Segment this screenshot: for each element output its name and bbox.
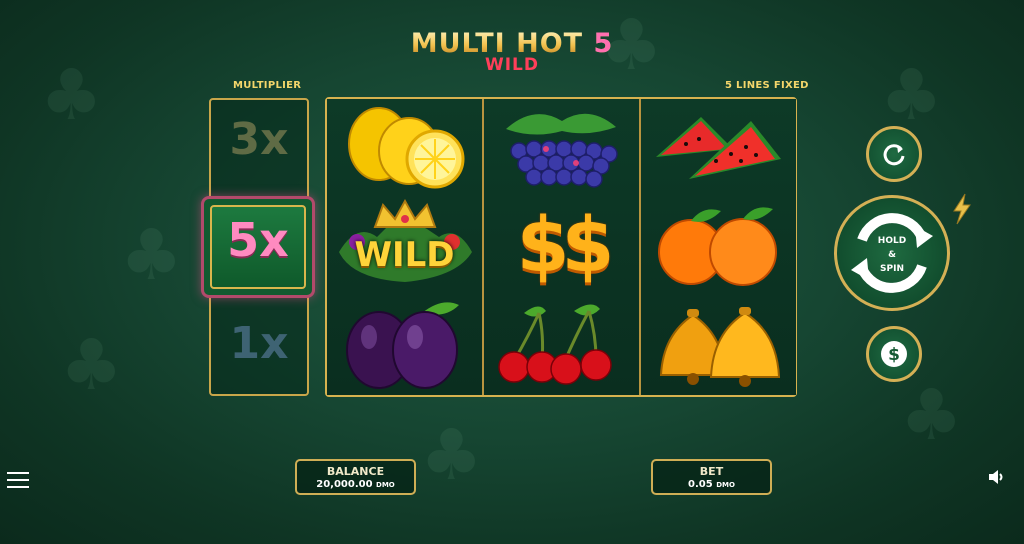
grapes-symbol [484, 99, 639, 197]
multiplier-label: MULTIPLIER [233, 80, 302, 91]
lightning-icon [953, 193, 971, 225]
dollar-coin-icon: $ [881, 341, 907, 367]
bet-panel[interactable]: BET 0.05 DMO [651, 459, 772, 495]
multiplier-active: 5x [201, 196, 315, 298]
wild-text: WILD [354, 235, 455, 275]
balance-panel: BALANCE 20,000.00 DMO [295, 459, 416, 495]
sound-button[interactable] [987, 467, 1007, 491]
balance-unit: DMO [376, 481, 395, 489]
game-title: MULTI HOT 5 WILD [0, 28, 1024, 75]
reel-2: $$ [484, 99, 639, 395]
bet-unit: DMO [716, 481, 735, 489]
plum-symbol [327, 295, 482, 393]
multiplier-3x: 3x [229, 114, 289, 165]
turbo-button[interactable] [950, 193, 974, 229]
wild-symbol: WILD [327, 197, 482, 295]
hold-spin-line1: HOLD [877, 236, 907, 246]
title-sub: WILD [484, 55, 540, 75]
speaker-icon [989, 470, 1003, 484]
bet-settings-button[interactable]: $ [866, 326, 922, 382]
orange-symbol [641, 197, 796, 295]
dollar-symbol: $$ [516, 200, 615, 289]
autoplay-button[interactable] [866, 126, 922, 182]
multiplier-5x: 5x [227, 213, 289, 267]
hold-and-spin-button[interactable]: HOLD & SPIN [834, 195, 950, 311]
menu-button[interactable] [7, 472, 29, 493]
svg-text:$: $ [888, 345, 900, 365]
reel-3 [641, 99, 796, 395]
refresh-icon [883, 144, 905, 166]
lines-label: 5 LINES FIXED [725, 80, 809, 91]
lemon-symbol [327, 99, 482, 197]
cherries-symbol [484, 295, 639, 393]
hold-spin-line3: SPIN [880, 264, 904, 274]
hold-spin-line2: & [888, 250, 896, 260]
multiplier-1x: 1x [229, 318, 289, 369]
watermelon-symbol [641, 99, 796, 197]
balance-label: BALANCE [326, 465, 385, 478]
bet-label: BET [699, 465, 724, 478]
title-number: 5 [593, 28, 614, 59]
bet-value: 0.05 [688, 479, 713, 490]
reel-1: WILD [327, 99, 482, 395]
balance-value: 20,000.00 [316, 479, 373, 490]
bells-symbol [641, 295, 796, 393]
reel-grid: WILD $$ [325, 97, 797, 397]
